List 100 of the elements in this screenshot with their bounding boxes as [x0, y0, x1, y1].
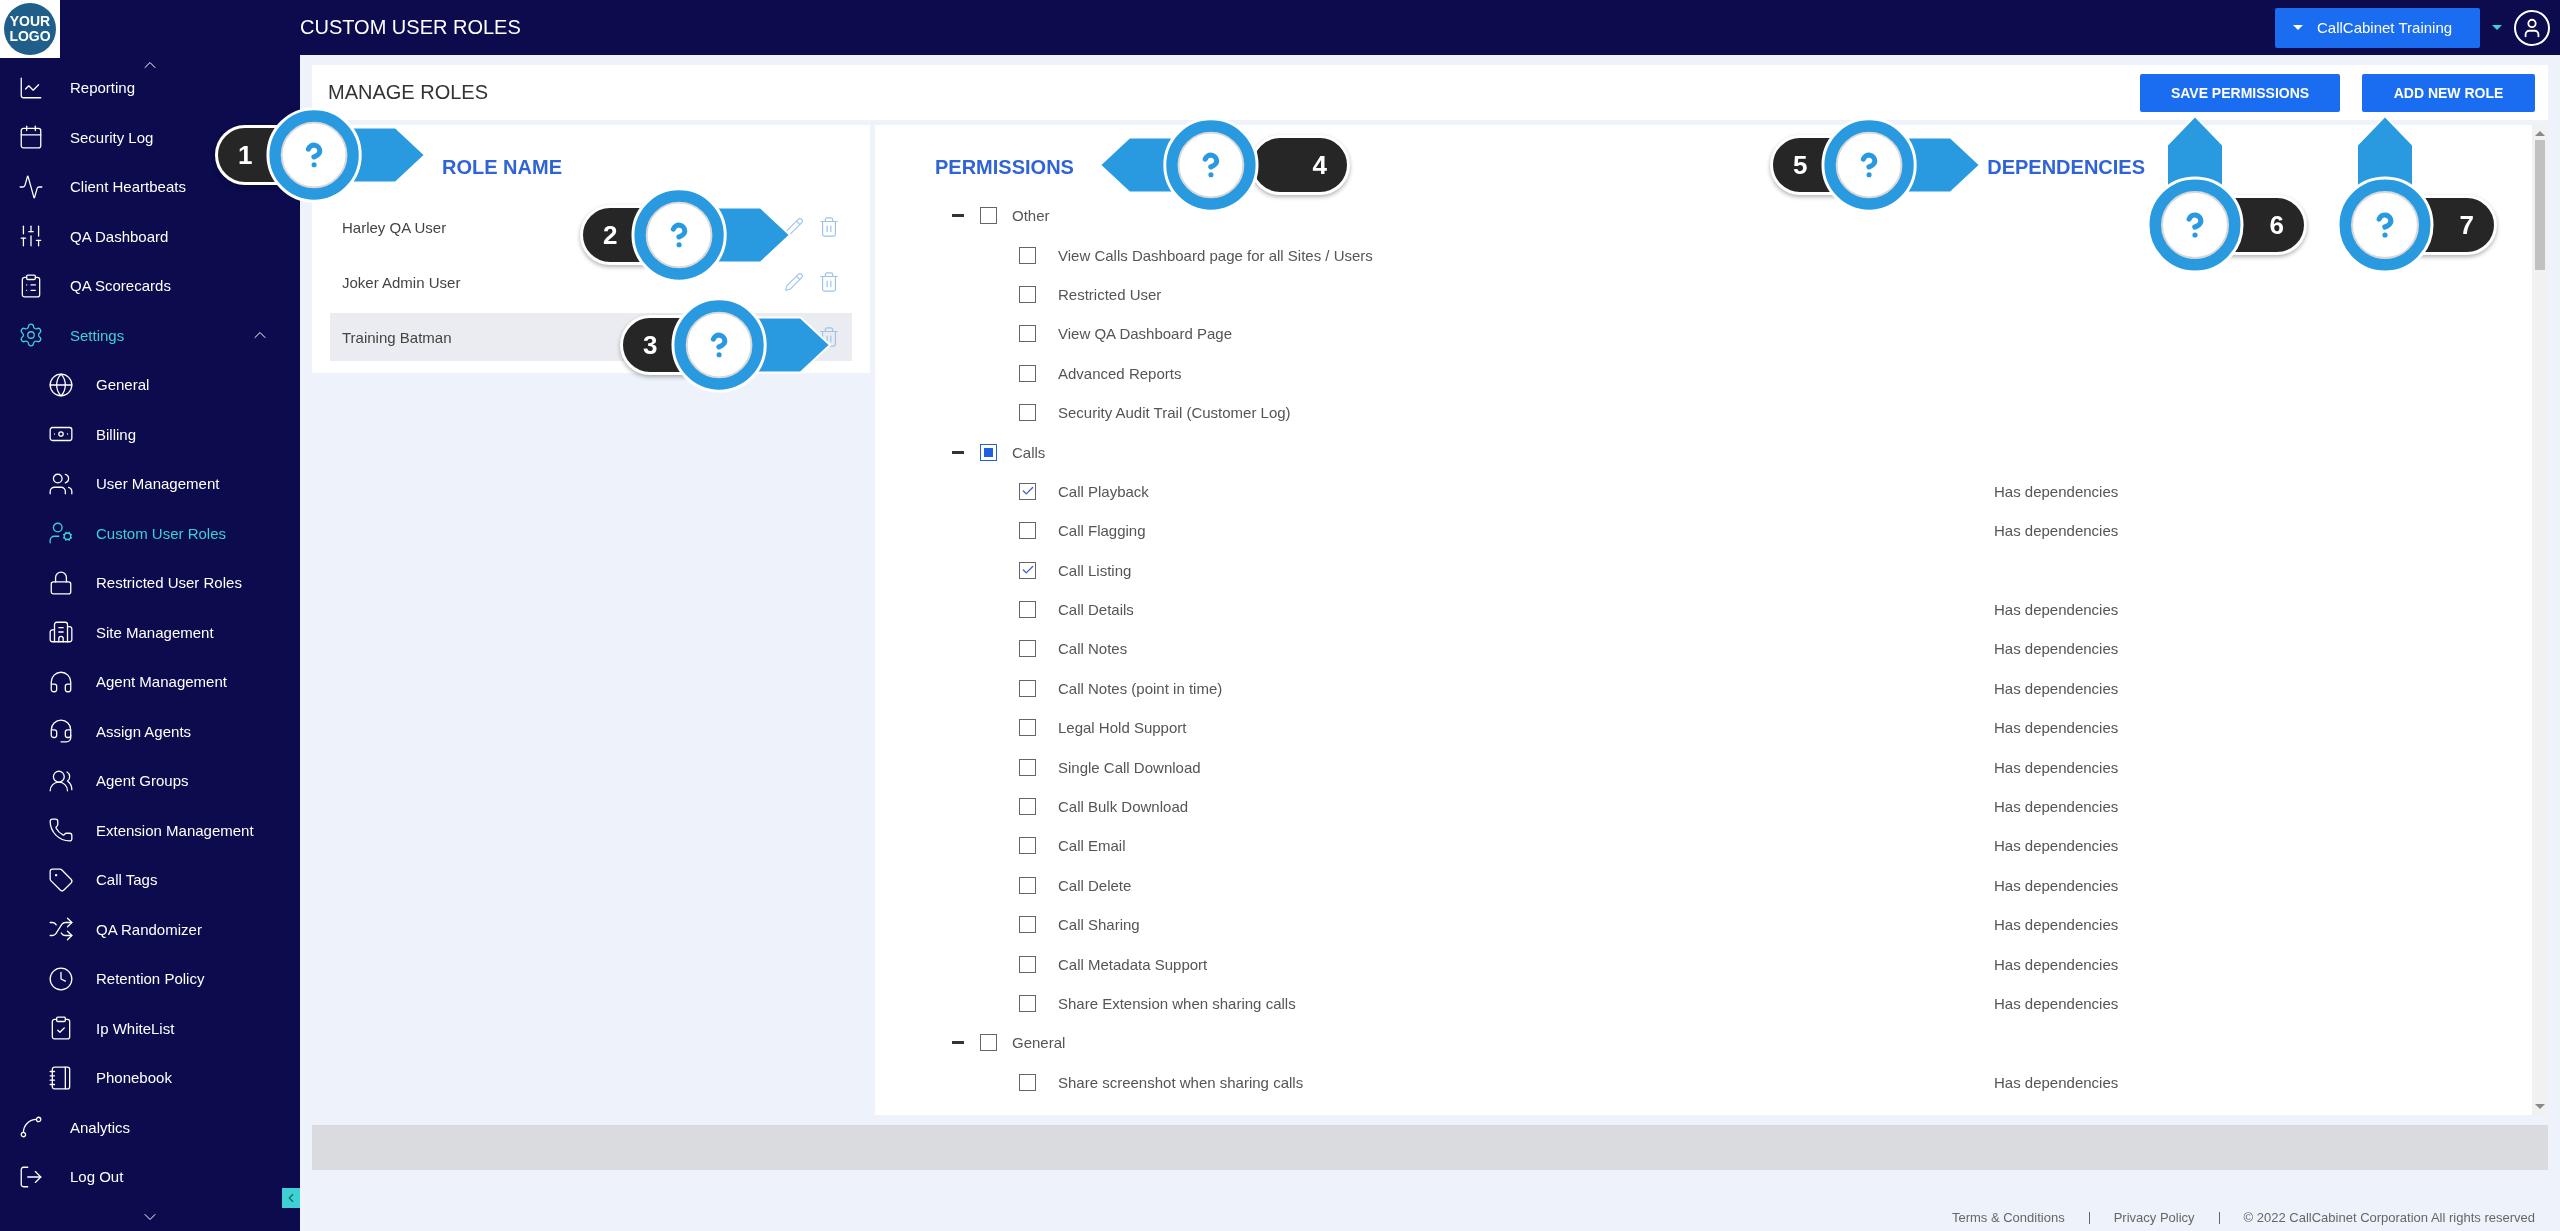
sidebar-item[interactable]: Restricted User Roles	[0, 558, 272, 608]
collapse-handle[interactable]	[282, 1188, 300, 1208]
dependency-note: Has dependencies	[1994, 522, 2119, 540]
checkbox[interactable]	[1019, 955, 1036, 973]
save-button[interactable]: SAVE PERMISSIONS	[2140, 73, 2340, 112]
dependency-note: Has dependencies	[1994, 955, 2119, 973]
lock-icon	[48, 569, 74, 596]
sidebar-item[interactable]: Custom User Roles	[0, 508, 257, 558]
column-heading: DEPENDENCIES	[1987, 155, 2145, 180]
section-title: MANAGE ROLES	[328, 81, 490, 104]
checkbox[interactable]	[1019, 522, 1036, 540]
phone-icon	[48, 817, 74, 844]
add-button[interactable]: ADD NEW ROLE	[2362, 73, 2535, 112]
checkbox[interactable]	[1019, 758, 1036, 776]
dependency-note: Has dependencies	[1994, 758, 2119, 776]
dependency-note: Has dependencies	[1994, 798, 2119, 816]
permission-label: Call Details	[1058, 601, 1135, 619]
terms-link[interactable]: Terms & Conditions	[1951, 1210, 2065, 1225]
sidebar-item[interactable]: General	[0, 360, 180, 410]
permission-group-label: Calls	[1012, 443, 1047, 461]
checkbox[interactable]	[1019, 325, 1036, 343]
permission-label: Restricted User	[1058, 285, 1163, 303]
checkbox[interactable]	[1019, 482, 1036, 500]
checkbox[interactable]	[1019, 364, 1036, 382]
sidebar-item[interactable]: Assign Agents	[0, 706, 222, 756]
checkbox[interactable]	[1019, 995, 1036, 1012]
checkbox[interactable]	[1019, 640, 1036, 658]
sidebar-item[interactable]: Agent Management	[0, 657, 257, 707]
permission-label: Call Flagging	[1058, 522, 1147, 540]
checkbox[interactable]	[1019, 285, 1036, 303]
globe-icon	[48, 371, 74, 398]
dependency-note: Has dependencies	[1994, 876, 2119, 894]
permission-label: Call Email	[1058, 837, 1127, 855]
dependency-note: Has dependencies	[1994, 640, 2119, 658]
checkbox[interactable]	[1019, 404, 1036, 422]
checkbox[interactable]	[1019, 561, 1036, 579]
sidebar-item[interactable]: Log Out	[0, 1152, 154, 1202]
role-name[interactable]: Harley QA User	[342, 218, 447, 236]
role-name[interactable]: Joker Admin User	[342, 273, 461, 291]
collapse-icon[interactable]	[952, 450, 964, 454]
account-dropdown[interactable]: CallCabinet Training	[2275, 7, 2480, 48]
sidebar-item[interactable]: Agent Groups	[0, 756, 219, 806]
permission-group-label: Other	[1012, 207, 1051, 225]
sidebar-item[interactable]: Site Management	[0, 607, 244, 657]
checkbox[interactable]	[980, 443, 997, 461]
checkbox[interactable]	[1019, 798, 1036, 816]
checkbox[interactable]	[1019, 719, 1036, 737]
checkbox[interactable]	[1019, 679, 1036, 697]
dependency-note: Has dependencies	[1994, 837, 2119, 855]
dependency-note: Has dependencies	[1994, 916, 2119, 934]
sidebar-item[interactable]: Security Log	[0, 112, 184, 162]
pencil-icon[interactable]	[784, 217, 804, 237]
sidebar-item[interactable]: Retention Policy	[0, 954, 235, 1004]
shuffle-icon	[48, 916, 74, 943]
sidebar-item[interactable]: QA Randomizer	[0, 904, 232, 954]
collapse-icon[interactable]	[952, 1041, 964, 1045]
pulse-icon	[18, 173, 44, 200]
column-heading: PERMISSIONS	[935, 155, 1074, 180]
sidebar-item[interactable]: Analytics	[0, 1102, 161, 1152]
checkbox[interactable]	[980, 1034, 997, 1052]
sidebar-item[interactable]: Phonebook	[0, 1053, 202, 1103]
role-name[interactable]: Training Batman	[342, 328, 452, 346]
checkbox[interactable]	[1019, 1073, 1036, 1091]
caret-icon[interactable]	[2492, 25, 2502, 30]
caret-icon	[2293, 25, 2303, 30]
permission-label: Advanced Reports	[1058, 364, 1183, 382]
sidebar-item[interactable]: Ip WhiteList	[0, 1003, 205, 1053]
sidebar-item[interactable]: Client Heartbeats	[0, 162, 216, 212]
sidebar-item[interactable]: QA Dashboard	[0, 211, 199, 261]
permission-label: Call Notes (point in time)	[1058, 679, 1224, 697]
sidebar-item[interactable]: Call Tags	[0, 855, 188, 905]
privacy-link[interactable]: Privacy Policy	[2113, 1210, 2195, 1225]
sidebar-item[interactable]: Reporting	[0, 63, 166, 113]
dependency-note: Has dependencies	[1994, 679, 2119, 697]
dependency-note: Has dependencies	[1994, 995, 2119, 1012]
column-heading: ROLE NAME	[441, 155, 563, 180]
permission-group-label: General	[1012, 1034, 1067, 1052]
sidebar-item[interactable]: Extension Management	[0, 805, 284, 855]
checkbox[interactable]	[980, 207, 997, 225]
permission-label: View Calls Dashboard page for all Sites / Users	[1058, 246, 1374, 264]
page-title: CUSTOM USER ROLES	[300, 16, 522, 39]
sidebar-item[interactable]: QA Scorecards	[0, 261, 201, 311]
permission-label: Call Metadata Support	[1058, 955, 1209, 973]
user-avatar[interactable]	[2514, 9, 2550, 46]
calendar-icon	[18, 124, 44, 151]
headset-icon	[48, 718, 74, 745]
checkbox[interactable]	[1019, 837, 1036, 855]
dependency-note: Has dependencies	[1994, 482, 2119, 500]
checkbox[interactable]	[1019, 916, 1036, 934]
dependency-note: Has dependencies	[1994, 1073, 2119, 1091]
checkbox[interactable]	[1019, 601, 1036, 619]
checkbox[interactable]	[1019, 246, 1036, 264]
scrollbar[interactable]	[2532, 125, 2548, 1115]
clock-icon	[48, 965, 74, 992]
permission-label: Call Sharing	[1058, 916, 1141, 934]
sidebar-item[interactable]: Settings	[0, 310, 300, 360]
sidebar-item[interactable]: User Management	[0, 459, 250, 509]
checkbox[interactable]	[1019, 876, 1036, 894]
collapse-icon[interactable]	[952, 214, 964, 218]
sidebar-item[interactable]: Billing	[0, 409, 167, 459]
